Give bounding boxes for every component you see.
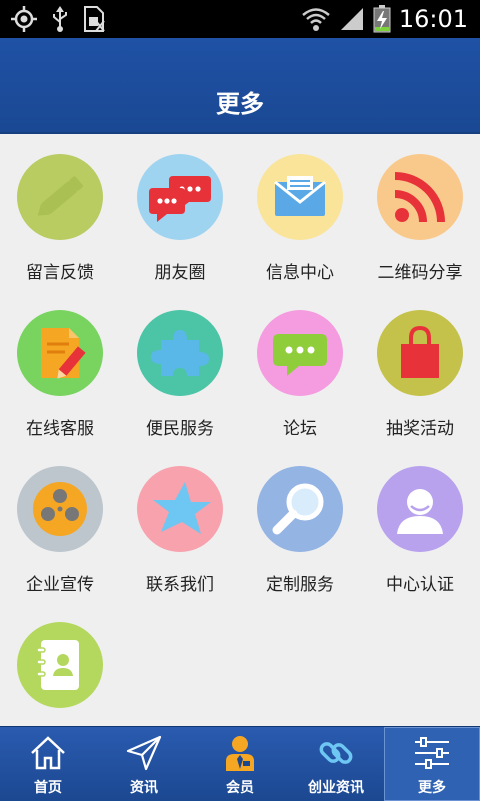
grid-item-label: 便民服务	[146, 419, 214, 439]
grid-item-label: 抽奖活动	[386, 419, 454, 439]
grid-item-online-service[interactable]: 在线客服	[0, 290, 120, 446]
grid-item-promotion[interactable]: 企业宣传	[0, 446, 120, 602]
clock: 16:01	[398, 5, 468, 33]
tab-label: 会员	[226, 780, 254, 796]
grid-item-center-certification[interactable]: 中心认证	[360, 446, 480, 602]
tab-label: 更多	[418, 780, 446, 796]
grid-item-label: 企业宣传	[26, 575, 94, 595]
grid-item-convenience[interactable]: 便民服务	[120, 290, 240, 446]
grid-item-info-center[interactable]: 信息中心	[240, 134, 360, 290]
tab-startup-news[interactable]: 创业资讯	[288, 727, 384, 801]
envelope-icon	[257, 154, 343, 240]
film-reel-icon	[17, 466, 103, 552]
speech-bubble-icon	[257, 310, 343, 396]
magnifier-icon	[257, 466, 343, 552]
gps-icon	[11, 6, 37, 32]
grid-item-label: 二维码分享	[377, 263, 463, 283]
tab-label: 首页	[34, 780, 62, 796]
wifi-icon	[302, 8, 330, 31]
address-book-icon	[17, 622, 103, 708]
pencil-icon	[17, 154, 103, 240]
tab-label: 创业资讯	[308, 780, 364, 796]
page-title: 更多	[216, 90, 264, 118]
app-header: 更多	[0, 38, 480, 134]
link-icon	[319, 742, 353, 764]
user-icon	[377, 466, 463, 552]
grid-item-label: 论坛	[283, 419, 317, 439]
tab-label: 资讯	[130, 780, 158, 796]
member-icon	[226, 736, 254, 771]
grid-item-label: 在线客服	[26, 419, 94, 439]
home-icon	[31, 736, 65, 770]
grid-item-custom-service[interactable]: 定制服务	[240, 446, 360, 602]
grid-item-forum[interactable]: 论坛	[240, 290, 360, 446]
grid-item-qr-share[interactable]: 二维码分享	[360, 134, 480, 290]
grid-item-moments[interactable]: 朋友圈	[120, 134, 240, 290]
paper-plane-icon	[126, 735, 162, 771]
sliders-icon	[415, 737, 449, 769]
grid-item-contact-us[interactable]: 联系我们	[120, 446, 240, 602]
status-bar: 16:01	[0, 0, 480, 38]
chat-bubbles-icon	[137, 154, 223, 240]
tab-member[interactable]: 会员	[192, 727, 288, 801]
tab-news[interactable]: 资讯	[96, 727, 192, 801]
grid-item-lottery[interactable]: 抽奖活动	[360, 290, 480, 446]
sim-icon	[84, 6, 105, 32]
puzzle-icon	[137, 310, 223, 396]
grid-item-label: 中心认证	[386, 575, 454, 595]
grid-item-label: 信息中心	[266, 263, 334, 283]
battery-charging-icon	[373, 5, 391, 33]
grid-item-label: 定制服务	[266, 575, 334, 595]
star-icon	[137, 466, 223, 552]
grid-item-label: 朋友圈	[154, 263, 206, 283]
rss-icon	[377, 154, 463, 240]
signal-icon	[340, 8, 363, 30]
grid-item-feedback[interactable]: 留言反馈	[0, 134, 120, 290]
grid-item-label: 留言反馈	[26, 263, 94, 283]
document-edit-icon	[17, 310, 103, 396]
bottom-tab-bar: 首页 资讯 会员 创业资讯 更多	[0, 726, 480, 801]
grid-item-label: 联系我们	[146, 575, 214, 595]
usb-icon	[53, 6, 67, 32]
tab-home[interactable]: 首页	[0, 727, 96, 801]
tab-more[interactable]: 更多	[384, 727, 480, 801]
shopping-bag-icon	[377, 310, 463, 396]
